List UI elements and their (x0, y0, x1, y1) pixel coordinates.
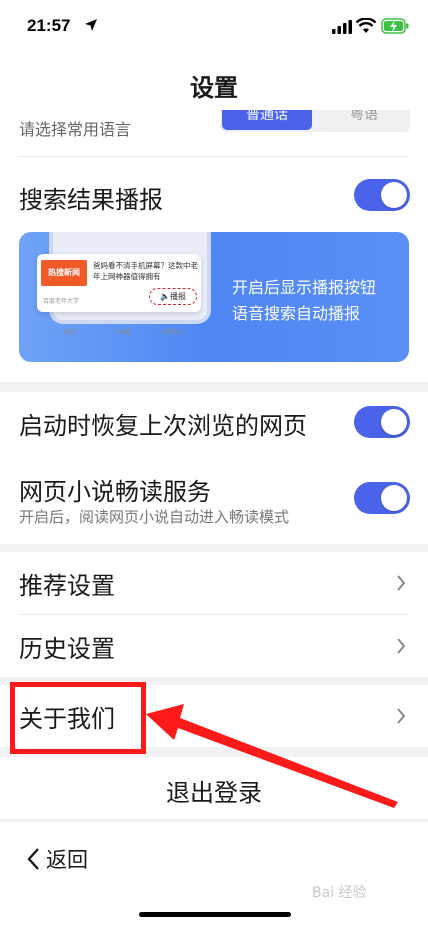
recommend-history-card: 推荐设置 历史设置 (0, 552, 428, 677)
notification-card: 热搜新闻 爸妈看不清手机屏幕？这款中老年上网神器值得拥有 百度老年大学 🔈播报 (37, 254, 201, 312)
broadcast-promo-banner: 热搜新闻 爸妈看不清手机屏幕？这款中老年上网神器值得拥有 百度老年大学 🔈播报 … (19, 232, 409, 362)
recommend-settings-label: 推荐设置 (19, 572, 115, 600)
toggle-knob (381, 485, 407, 511)
notification-tag: 热搜新闻 (41, 260, 87, 286)
watermark: Bai 经验 (312, 885, 367, 901)
mock-tab-favorite: ☆ 收藏 (111, 329, 131, 336)
mock-tab-bar: ‹ 返回 ☆ 收藏 ⌂ 网页页 (59, 327, 209, 341)
toggle-knob (381, 182, 407, 208)
divider (19, 156, 409, 157)
status-time: 21:57 (27, 16, 71, 35)
annotation-arrow-icon (146, 704, 398, 808)
language-segmented-control: 普通话 粤语 (220, 110, 410, 132)
restore-novel-card: 启动时恢复上次浏览的网页 网页小说畅读服务 开启后，阅读网页小说自动进入畅读模式 (0, 392, 428, 544)
search-broadcast-toggle[interactable] (354, 179, 410, 211)
language-option-mandarin[interactable]: 普通话 (222, 110, 312, 130)
chevron-left-icon (27, 848, 39, 870)
language-option-cantonese[interactable]: 粤语 (320, 110, 408, 130)
wifi-icon (356, 18, 376, 33)
highlight-box (10, 682, 146, 754)
chevron-right-icon (397, 575, 406, 591)
promo-line-1: 开启后显示播报按钮 (232, 278, 377, 297)
restore-toggle[interactable] (354, 406, 410, 438)
back-button[interactable]: 返回 (26, 844, 88, 874)
mock-tab-back: ‹ 返回 (59, 329, 76, 336)
home-indicator (139, 912, 291, 917)
language-broadcast-card: 请选择常用语言 普通话 粤语 搜索结果播报 热搜新闻 爸妈看不清手机屏幕？这款中… (0, 110, 428, 382)
history-settings-label: 历史设置 (19, 635, 115, 663)
play-broadcast-button: 🔈播报 (149, 288, 197, 305)
chevron-right-icon (397, 638, 406, 654)
notification-text: 爸妈看不清手机屏幕？这款中老年上网神器值得拥有 (93, 261, 198, 281)
toggle-knob (381, 409, 407, 435)
novel-label: 网页小说畅读服务 (19, 478, 211, 506)
notification-source: 百度老年大学 (43, 298, 80, 305)
back-label: 返回 (46, 848, 88, 872)
status-bar: 21:57 (0, 0, 428, 52)
language-description: 请选择常用语言 (19, 120, 132, 139)
novel-description: 开启后，阅读网页小说自动进入畅读模式 (19, 508, 290, 526)
page-title: 设置 (190, 74, 238, 102)
mock-tab-page: ⌂ 网页页 (159, 329, 183, 336)
battery-charging-icon (381, 18, 409, 34)
speaker-icon: 🔈 (160, 292, 170, 301)
novel-toggle[interactable] (354, 482, 410, 514)
nav-bar: 设置 (0, 52, 428, 110)
play-label: 播报 (169, 292, 186, 301)
bottom-bar: 返回 Bai 经验 (0, 822, 428, 926)
divider (19, 614, 409, 615)
cellular-signal-icon (332, 20, 352, 34)
restore-label: 启动时恢复上次浏览的网页 (19, 412, 307, 440)
promo-line-2: 语音搜索自动播报 (232, 304, 361, 323)
search-broadcast-label: 搜索结果播报 (19, 186, 163, 214)
location-arrow-icon (85, 19, 97, 31)
